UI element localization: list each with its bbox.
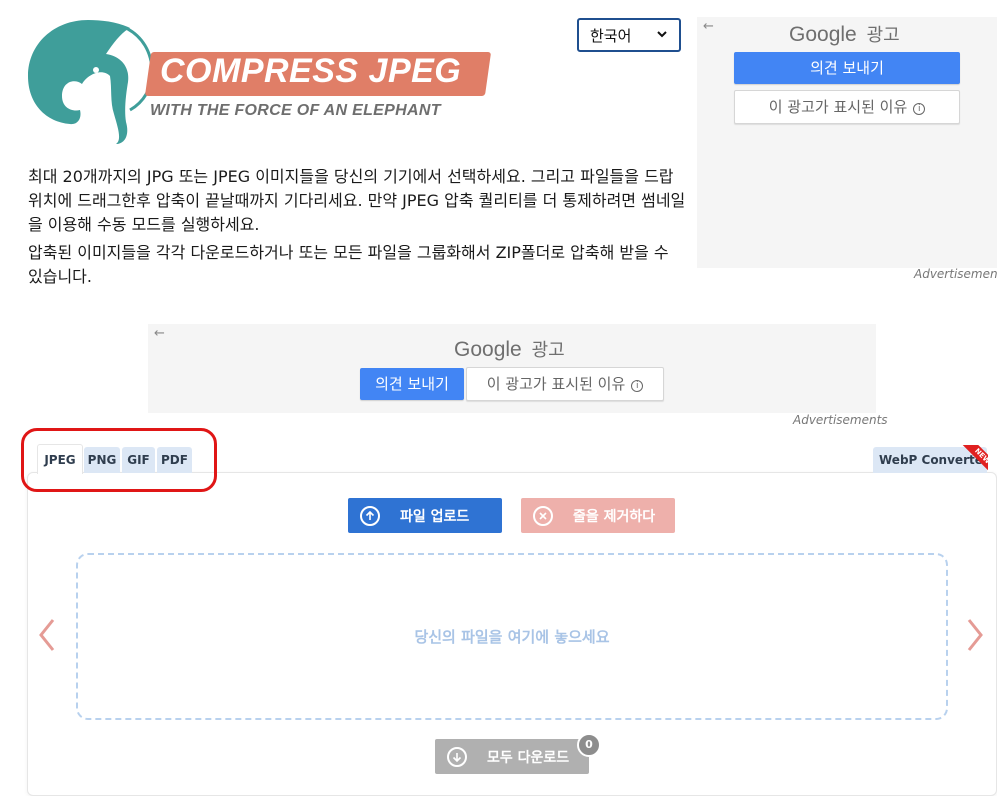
tabs-highlight-annotation (21, 428, 217, 492)
language-select[interactable]: 한국어 (577, 18, 681, 52)
ad-panel-top: ← Google 광고 의견 보내기 이 광고가 표시된 이유 i (697, 17, 997, 268)
new-ribbon-label: NEW (962, 445, 988, 475)
ad-brand: Google (454, 338, 522, 361)
drop-zone-text: 당신의 파일을 여기에 놓으세요 (414, 628, 610, 646)
carousel-next-arrow[interactable] (966, 618, 984, 656)
download-count-badge: 0 (577, 733, 601, 757)
clear-queue-button-label: 줄을 제거하다 (573, 508, 656, 525)
ad-caption-top: Advertisements (914, 267, 997, 281)
logo-tagline: WITH THE FORCE OF AN ELEPHANT (150, 102, 441, 119)
back-arrow-icon[interactable]: ← (154, 326, 165, 341)
ad-feedback-button[interactable]: 의견 보내기 (734, 52, 960, 84)
chevron-down-icon (656, 28, 668, 44)
chevron-left-icon (39, 619, 55, 651)
ad-feedback-label: 의견 보내기 (375, 375, 449, 393)
ad-caption-middle: Advertisements (793, 413, 888, 427)
ad-label: 광고 (866, 25, 900, 45)
upload-button[interactable]: 파일 업로드 (348, 498, 502, 533)
description-paragraph-2: 압축된 이미지들을 각각 다운로드하거나 또는 모든 파일을 그룹화해서 ZIP… (28, 243, 669, 286)
language-select-value: 한국어 (590, 26, 632, 45)
arrow-up-icon (360, 505, 380, 526)
ad-why-button[interactable]: 이 광고가 표시된 이유 i (734, 90, 960, 124)
back-arrow-icon[interactable]: ← (703, 19, 714, 34)
ad-google-logo: Google 광고 (454, 336, 565, 362)
download-all-button[interactable]: 모두 다운로드 (435, 739, 589, 774)
arrow-down-icon (447, 746, 467, 767)
file-drop-zone[interactable]: 당신의 파일을 여기에 놓으세요 (76, 553, 948, 720)
elephant-logo-icon (28, 20, 154, 144)
site-logo[interactable]: COMPRESS JPEG WITH THE FORCE OF AN ELEPH… (26, 18, 496, 146)
ad-why-label: 이 광고가 표시된 이유 (768, 98, 908, 116)
info-icon: i (913, 103, 926, 115)
download-all-button-label: 모두 다운로드 (487, 749, 570, 766)
ad-label: 광고 (531, 340, 565, 360)
ad-feedback-label: 의견 보내기 (810, 59, 884, 77)
ad-why-button[interactable]: 이 광고가 표시된 이유 i (466, 367, 664, 401)
clear-queue-button[interactable]: 줄을 제거하다 (521, 498, 675, 533)
ad-google-logo: Google 광고 (789, 21, 900, 47)
ad-feedback-button[interactable]: 의견 보내기 (360, 368, 464, 400)
chevron-right-icon (967, 619, 983, 651)
carousel-prev-arrow[interactable] (38, 618, 56, 656)
description-paragraph-1: 최대 20개까지의 JPG 또는 JPEG 이미지들을 당신의 기기에서 선택하… (28, 167, 686, 234)
close-icon (533, 505, 553, 526)
description: 최대 20개까지의 JPG 또는 JPEG 이미지들을 당신의 기기에서 선택하… (28, 165, 688, 289)
ad-panel-middle: ← Google 광고 의견 보내기 이 광고가 표시된 이유 i (148, 324, 876, 413)
info-icon: i (631, 380, 644, 392)
logo-title: COMPRESS JPEG (160, 52, 462, 90)
ad-why-label: 이 광고가 표시된 이유 (486, 375, 626, 393)
upload-button-label: 파일 업로드 (400, 508, 470, 525)
new-ribbon-badge: NEW (958, 445, 988, 475)
ad-brand: Google (789, 23, 857, 46)
